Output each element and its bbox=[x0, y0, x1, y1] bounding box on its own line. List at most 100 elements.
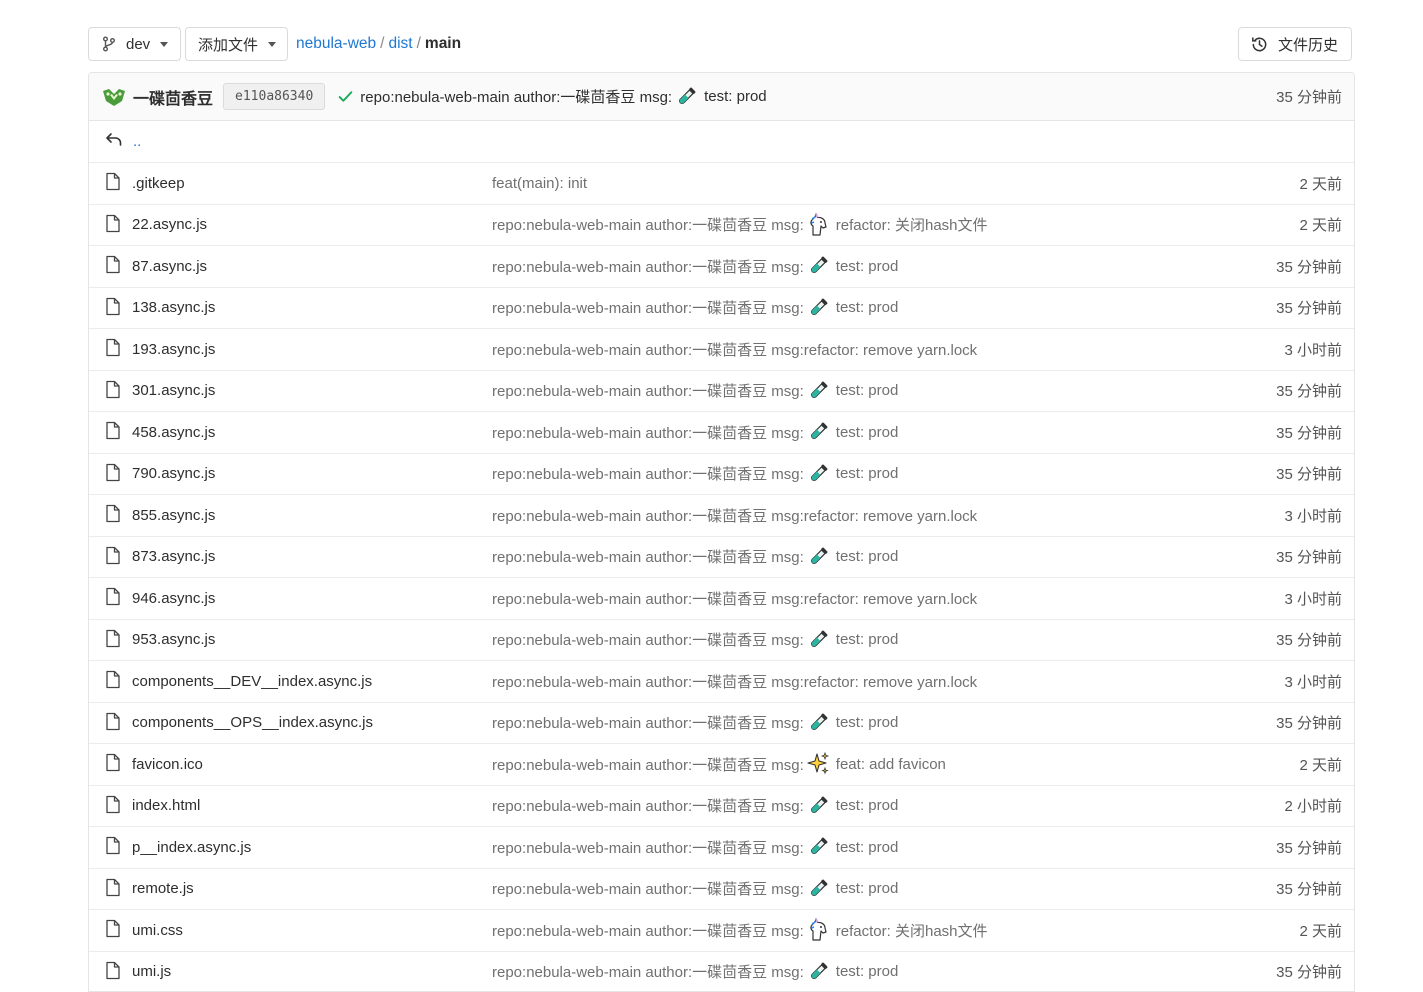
file-commit-message[interactable]: repo:nebula-web-main author:一碟茴香豆 msg: t… bbox=[492, 628, 898, 652]
parent-directory-row[interactable]: .. bbox=[89, 121, 1354, 163]
file-row[interactable]: components__OPS__index.async.js repo:neb… bbox=[89, 703, 1354, 745]
file-name-link[interactable]: 855.async.js bbox=[132, 507, 215, 524]
file-name-link[interactable]: 138.async.js bbox=[132, 299, 215, 316]
file-commit-message[interactable]: repo:nebula-web-main author:一碟茴香豆 msg: r… bbox=[492, 918, 988, 942]
add-file-dropdown[interactable]: 添加文件 bbox=[185, 27, 288, 61]
file-name-link[interactable]: 458.async.js bbox=[132, 424, 215, 441]
file-name-link[interactable]: 946.async.js bbox=[132, 590, 215, 607]
file-name-link[interactable]: favicon.ico bbox=[132, 756, 203, 773]
file-row[interactable]: 458.async.js repo:nebula-web-main author… bbox=[89, 412, 1354, 454]
file-commit-message[interactable]: repo:nebula-web-main author:一碟茴香豆 msg: t… bbox=[492, 877, 898, 901]
test-tube-icon bbox=[806, 835, 830, 859]
file-name-link[interactable]: umi.css bbox=[132, 922, 183, 939]
unicorn-icon bbox=[806, 213, 830, 237]
file-row[interactable]: 873.async.js repo:nebula-web-main author… bbox=[89, 537, 1354, 579]
file-row[interactable]: umi.css repo:nebula-web-main author:一碟茴香… bbox=[89, 910, 1354, 952]
test-tube-icon bbox=[806, 254, 830, 278]
file-icon bbox=[105, 795, 121, 814]
commit-author[interactable]: 一碟茴香豆 bbox=[133, 85, 213, 109]
file-icon bbox=[105, 421, 121, 440]
file-name-link[interactable]: remote.js bbox=[132, 880, 194, 897]
commit-sha[interactable]: e110a86340 bbox=[223, 83, 325, 110]
file-commit-message[interactable]: repo:nebula-web-main author:一碟茴香豆 msg:re… bbox=[492, 671, 977, 692]
file-commit-message-prefix: repo:nebula-web-main author:一碟茴香豆 msg:re… bbox=[492, 588, 977, 609]
file-row[interactable]: 953.async.js repo:nebula-web-main author… bbox=[89, 620, 1354, 662]
file-commit-time: 35 分钟前 bbox=[1276, 380, 1342, 401]
file-row[interactable]: 87.async.js repo:nebula-web-main author:… bbox=[89, 246, 1354, 288]
file-commit-message[interactable]: repo:nebula-web-main author:一碟茴香豆 msg: t… bbox=[492, 545, 898, 569]
file-name-link[interactable]: 87.async.js bbox=[132, 258, 207, 275]
file-row[interactable]: index.html repo:nebula-web-main author:一… bbox=[89, 786, 1354, 828]
file-name-link[interactable]: components__DEV__index.async.js bbox=[132, 673, 372, 690]
file-name-link[interactable]: 790.async.js bbox=[132, 465, 215, 482]
file-row[interactable]: components__DEV__index.async.js repo:neb… bbox=[89, 661, 1354, 703]
file-row[interactable]: 301.async.js repo:nebula-web-main author… bbox=[89, 371, 1354, 413]
file-commit-message-text: feat: add favicon bbox=[836, 756, 946, 773]
file-row[interactable]: remote.js repo:nebula-web-main author:一碟… bbox=[89, 869, 1354, 911]
file-history-label: 文件历史 bbox=[1278, 34, 1338, 55]
file-row[interactable]: 790.async.js repo:nebula-web-main author… bbox=[89, 454, 1354, 496]
file-name-link[interactable]: .gitkeep bbox=[132, 175, 185, 192]
file-name-link[interactable]: index.html bbox=[132, 797, 200, 814]
file-commit-message-text: refactor: 关闭hash文件 bbox=[836, 920, 988, 941]
file-commit-time: 35 分钟前 bbox=[1276, 546, 1342, 567]
file-row[interactable]: 22.async.js repo:nebula-web-main author:… bbox=[89, 205, 1354, 247]
commit-message[interactable]: repo:nebula-web-main author:一碟茴香豆 msg: t… bbox=[360, 85, 766, 109]
file-name-link[interactable]: 301.async.js bbox=[132, 382, 215, 399]
file-name-link[interactable]: 873.async.js bbox=[132, 548, 215, 565]
breadcrumb-folder[interactable]: dist bbox=[388, 35, 412, 53]
file-commit-message[interactable]: repo:nebula-web-main author:一碟茴香豆 msg: t… bbox=[492, 420, 898, 444]
file-commit-message-prefix: repo:nebula-web-main author:一碟茴香豆 msg: bbox=[492, 920, 804, 941]
file-commit-message[interactable]: repo:nebula-web-main author:一碟茴香豆 msg: t… bbox=[492, 296, 898, 320]
file-commit-message[interactable]: repo:nebula-web-main author:一碟茴香豆 msg: t… bbox=[492, 835, 898, 859]
branch-dropdown[interactable]: dev bbox=[88, 27, 181, 61]
file-commit-message-prefix: repo:nebula-web-main author:一碟茴香豆 msg: bbox=[492, 712, 804, 733]
file-commit-message[interactable]: repo:nebula-web-main author:一碟茴香豆 msg:re… bbox=[492, 339, 977, 360]
file-name-link[interactable]: components__OPS__index.async.js bbox=[132, 714, 373, 731]
file-name-link[interactable]: umi.js bbox=[132, 963, 171, 980]
breadcrumb-separator: / bbox=[380, 35, 384, 53]
file-commit-time: 2 天前 bbox=[1299, 214, 1342, 235]
file-row[interactable]: 855.async.js repo:nebula-web-main author… bbox=[89, 495, 1354, 537]
file-commit-message[interactable]: repo:nebula-web-main author:一碟茴香豆 msg: r… bbox=[492, 213, 988, 237]
return-icon bbox=[105, 130, 123, 148]
file-commit-message[interactable]: feat(main): init bbox=[492, 175, 587, 192]
file-row[interactable]: 138.async.js repo:nebula-web-main author… bbox=[89, 288, 1354, 330]
avatar[interactable] bbox=[101, 86, 127, 108]
file-icon bbox=[105, 961, 121, 980]
file-row[interactable]: 193.async.js repo:nebula-web-main author… bbox=[89, 329, 1354, 371]
add-file-label: 添加文件 bbox=[198, 34, 258, 55]
file-commit-time: 35 分钟前 bbox=[1276, 878, 1342, 899]
parent-directory-link[interactable]: .. bbox=[133, 133, 141, 150]
file-commit-message[interactable]: repo:nebula-web-main author:一碟茴香豆 msg: t… bbox=[492, 254, 898, 278]
file-name-link[interactable]: 22.async.js bbox=[132, 216, 207, 233]
breadcrumb-project[interactable]: nebula-web bbox=[296, 35, 376, 53]
file-row[interactable]: p__index.async.js repo:nebula-web-main a… bbox=[89, 827, 1354, 869]
file-commit-time: 2 小时前 bbox=[1284, 795, 1342, 816]
file-icon bbox=[105, 255, 121, 274]
file-commit-message-text: test: prod bbox=[836, 299, 899, 316]
file-commit-time: 35 分钟前 bbox=[1276, 463, 1342, 484]
check-icon[interactable] bbox=[337, 88, 354, 105]
file-commit-message[interactable]: repo:nebula-web-main author:一碟茴香豆 msg:re… bbox=[492, 505, 977, 526]
file-row[interactable]: favicon.ico repo:nebula-web-main author:… bbox=[89, 744, 1354, 786]
file-history-button[interactable]: 文件历史 bbox=[1238, 27, 1352, 61]
repo-toolbar: dev 添加文件 nebula-web / dist / main 文件历史 bbox=[88, 27, 1352, 61]
file-name-link[interactable]: 193.async.js bbox=[132, 341, 215, 358]
file-commit-message[interactable]: repo:nebula-web-main author:一碟茴香豆 msg: f… bbox=[492, 752, 946, 776]
test-tube-icon bbox=[806, 960, 830, 984]
file-name-link[interactable]: 953.async.js bbox=[132, 631, 215, 648]
file-row[interactable]: umi.js repo:nebula-web-main author:一碟茴香豆… bbox=[89, 952, 1354, 992]
file-row[interactable]: .gitkeep feat(main): init 2 天前 bbox=[89, 163, 1354, 205]
file-commit-message[interactable]: repo:nebula-web-main author:一碟茴香豆 msg: t… bbox=[492, 794, 898, 818]
file-commit-message[interactable]: repo:nebula-web-main author:一碟茴香豆 msg:re… bbox=[492, 588, 977, 609]
file-commit-message[interactable]: repo:nebula-web-main author:一碟茴香豆 msg: t… bbox=[492, 462, 898, 486]
file-commit-message-prefix: repo:nebula-web-main author:一碟茴香豆 msg: bbox=[492, 463, 804, 484]
file-commit-message[interactable]: repo:nebula-web-main author:一碟茴香豆 msg: t… bbox=[492, 379, 898, 403]
file-row[interactable]: 946.async.js repo:nebula-web-main author… bbox=[89, 578, 1354, 620]
file-commit-message[interactable]: repo:nebula-web-main author:一碟茴香豆 msg: t… bbox=[492, 711, 898, 735]
test-tube-icon bbox=[806, 711, 830, 735]
file-commit-message[interactable]: repo:nebula-web-main author:一碟茴香豆 msg: t… bbox=[492, 960, 898, 984]
file-commit-time: 2 天前 bbox=[1299, 754, 1342, 775]
file-name-link[interactable]: p__index.async.js bbox=[132, 839, 251, 856]
